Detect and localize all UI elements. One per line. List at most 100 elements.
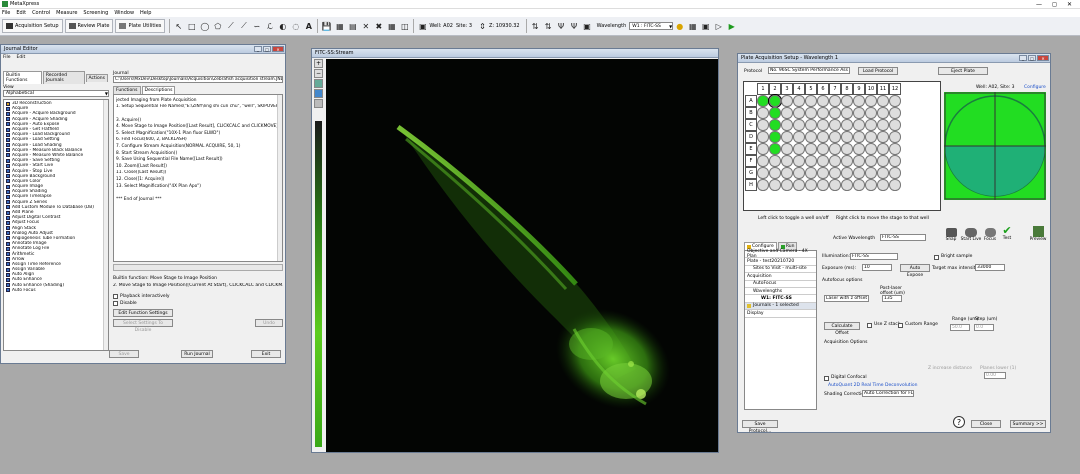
plate-well[interactable] (805, 131, 817, 143)
plate-well[interactable] (781, 95, 793, 107)
fill-icon[interactable]: ◐ (277, 21, 288, 32)
journal-line[interactable]: jected Imaging from Plate Acquisition (116, 97, 280, 104)
merge-icon[interactable]: ✖ (373, 21, 384, 32)
maximize-icon[interactable]: □ (1028, 55, 1036, 61)
plate-well[interactable] (781, 131, 793, 143)
overlay-icon[interactable] (314, 89, 323, 98)
custom-range-checkbox[interactable] (898, 323, 903, 328)
close-icon[interactable]: ✕ (1037, 55, 1049, 61)
plate-well[interactable] (865, 155, 877, 167)
functions-scrollbar[interactable] (103, 100, 108, 350)
view-select[interactable]: Alphabetical ▼ (3, 90, 109, 97)
channel-icon[interactable] (314, 99, 323, 108)
plate-well[interactable] (829, 155, 841, 167)
nav-objective[interactable]: Objective and Camera - 4X Plan (745, 249, 816, 259)
wavelength-select[interactable]: W1 : FITC-SS ▼ (629, 22, 674, 30)
menu-edit[interactable]: Edit (17, 55, 26, 60)
plate-well[interactable] (829, 167, 841, 179)
play-icon[interactable]: ▶ (726, 21, 737, 32)
plate-well[interactable] (769, 119, 781, 131)
plate-well[interactable] (757, 107, 769, 119)
digital-confocal-checkbox[interactable] (824, 376, 829, 381)
auto-trace-icon[interactable]: ◌ (290, 21, 301, 32)
menu-control[interactable]: Control (32, 10, 50, 16)
plate-well[interactable] (781, 155, 793, 167)
plate-well[interactable] (793, 155, 805, 167)
plate-well[interactable] (793, 179, 805, 191)
nav-autofocus[interactable]: AutoFocus (745, 281, 816, 288)
playback-checkbox[interactable] (113, 294, 118, 299)
journal-line[interactable]: 7. Configure Stream Acquisition(NORMAL A… (116, 143, 280, 150)
rectangle-icon[interactable]: □ (186, 21, 197, 32)
plate-well[interactable] (817, 131, 829, 143)
journal-line[interactable]: 3. Acquire() (116, 117, 280, 124)
plate-well[interactable] (805, 179, 817, 191)
plate-well[interactable] (865, 119, 877, 131)
plate-well[interactable] (841, 155, 853, 167)
line-icon[interactable]: ⟋ (225, 21, 236, 32)
plate-well[interactable] (781, 107, 793, 119)
nav-wavelengths[interactable]: Wavelengths (745, 288, 816, 296)
protocol-select[interactable]: No. 96SC System Performance Ass (768, 67, 850, 74)
plate-well[interactable] (769, 155, 781, 167)
nav-plate[interactable]: Plate - test20210720 (745, 258, 816, 266)
region-tool-icon[interactable]: ▦ (334, 21, 345, 32)
plate-well[interactable] (769, 143, 781, 155)
menu-file[interactable]: File (2, 10, 10, 16)
plate-well[interactable] (793, 167, 805, 179)
function-item[interactable]: Auto Focus (6, 288, 106, 293)
plate-well[interactable] (853, 179, 865, 191)
plate-well[interactable] (757, 143, 769, 155)
review-plate-button[interactable]: Review Plate (64, 19, 114, 33)
image-canvas[interactable] (326, 59, 718, 452)
measure-icon[interactable]: ▦ (386, 21, 397, 32)
camera-settings-icon[interactable]: ▣ (700, 21, 711, 32)
plate-well[interactable] (793, 107, 805, 119)
plate-well[interactable] (853, 119, 865, 131)
journal-line[interactable] (116, 110, 280, 117)
plate-well[interactable] (757, 179, 769, 191)
plate-well[interactable] (841, 119, 853, 131)
plate-well[interactable] (769, 179, 781, 191)
tab-functions[interactable]: Functions (113, 86, 141, 94)
summary-button[interactable]: Summary >> (1010, 420, 1046, 428)
plate-well[interactable] (817, 155, 829, 167)
stack-icon[interactable]: ▤ (347, 21, 358, 32)
journal-line[interactable]: 4. Move Stage to Image Position([Last Re… (116, 123, 280, 130)
plate-well[interactable] (805, 107, 817, 119)
plate-well[interactable] (889, 119, 901, 131)
plate-well[interactable] (889, 107, 901, 119)
journal-line[interactable]: 10. Zoom([Last Result]) (116, 163, 280, 170)
nav-sites[interactable]: Sites to Visit - multi-site (745, 266, 816, 274)
plate-well[interactable] (865, 167, 877, 179)
plate-well[interactable] (793, 119, 805, 131)
nav-display[interactable]: Display (745, 310, 816, 318)
select-settings-button[interactable]: Select Settings To Disable (113, 319, 173, 333)
plate-well[interactable] (817, 179, 829, 191)
plate-well[interactable] (889, 131, 901, 143)
target-max-input[interactable]: 33000 (975, 264, 1005, 271)
plate-well[interactable] (817, 143, 829, 155)
autoquant-link[interactable]: AutoQuant 2D Real Time Deconvolution (828, 383, 917, 388)
save-protocol-button[interactable]: Save Protocol... (742, 420, 778, 434)
plate-well[interactable] (757, 167, 769, 179)
plate-well[interactable] (769, 131, 781, 143)
plate-well[interactable] (805, 95, 817, 107)
plate-utilities-button[interactable]: Plate Utilities (115, 19, 166, 33)
plate-well[interactable] (865, 95, 877, 107)
plate-well[interactable] (769, 107, 781, 119)
eject-plate-button[interactable]: Eject Plate (938, 67, 988, 75)
test-button[interactable]: ✔ Test (1000, 225, 1014, 241)
pointer-icon[interactable]: ↖ (173, 21, 184, 32)
journal-hscrollbar[interactable] (113, 264, 283, 271)
nav-journals[interactable]: Journals - 1 selected (745, 302, 816, 311)
plate-well[interactable] (829, 131, 841, 143)
nav-acquisition[interactable]: Acquisition (745, 273, 816, 281)
menu-file[interactable]: File (3, 55, 11, 60)
help-icon[interactable]: ? (953, 416, 965, 428)
laser-offset-select[interactable]: Laser with z offset (824, 295, 869, 302)
shading-correction-select[interactable]: Auto Correction for FL (862, 390, 914, 397)
bright-sample-checkbox[interactable] (934, 255, 939, 260)
minimize-icon[interactable]: _ (1019, 55, 1027, 61)
ellipse-icon[interactable]: ◯ (199, 21, 210, 32)
